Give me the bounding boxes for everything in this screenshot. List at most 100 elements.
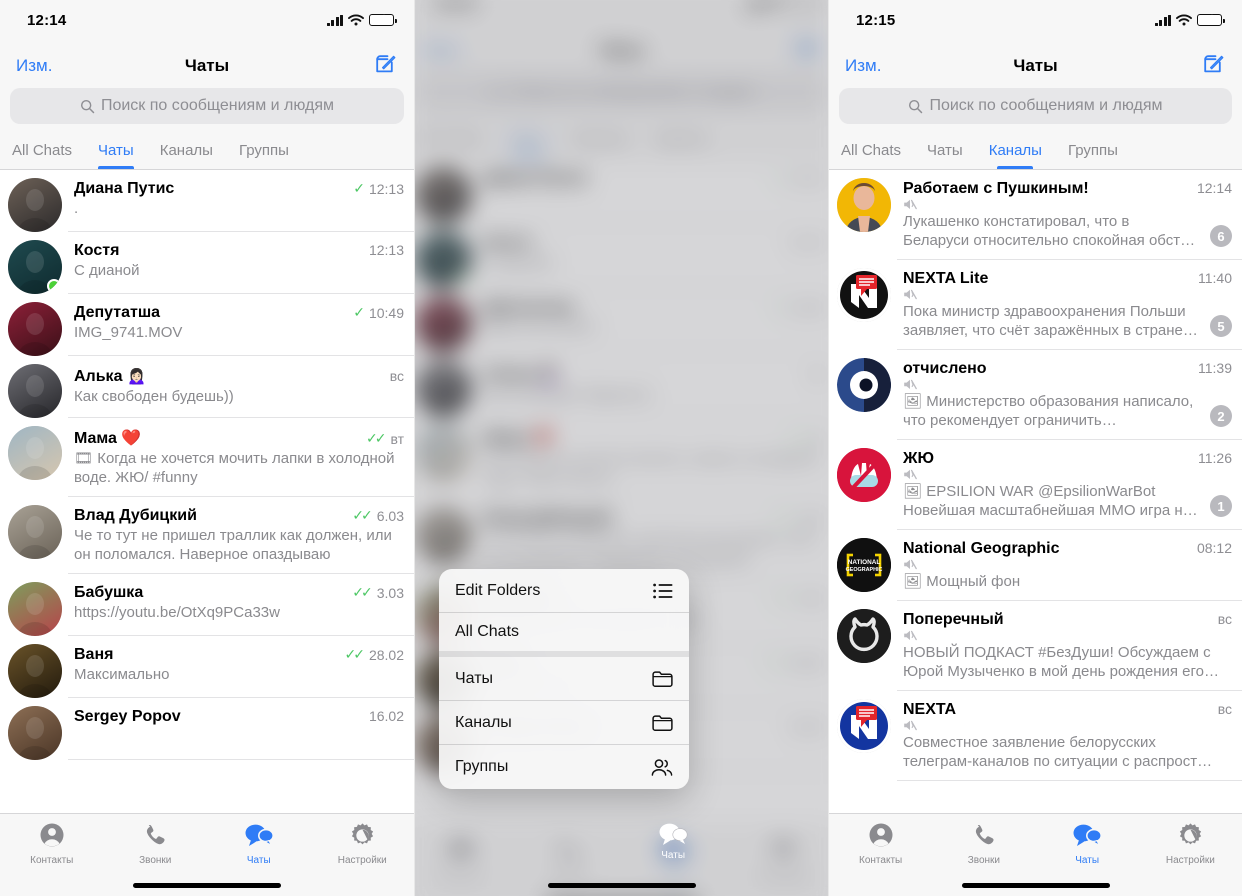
folder-icon — [652, 714, 673, 731]
chat-list-item[interactable]: Ваня ✓✓28.02 Максимально — [0, 636, 414, 698]
tabbar-item-contacts[interactable]: Контакты — [0, 820, 104, 868]
chat-preview: 🖼 EPSILION WAR @EpsilionWarBot Новейшая … — [903, 483, 1198, 519]
menu-item-label: Edit Folders — [455, 581, 541, 599]
avatar[interactable] — [837, 358, 891, 412]
chat-list-item[interactable]: NATIONAL GEOGRAPHIC National Geographic 08:… — [829, 530, 1242, 601]
wifi-icon — [348, 14, 364, 26]
edit-button[interactable]: Изм. — [16, 56, 52, 76]
chat-list-item[interactable]: NEXTA Lite 11:40 Пока министр здравоохране… — [829, 260, 1242, 350]
avatar[interactable] — [837, 699, 891, 753]
folder-tab-1[interactable]: Чаты — [927, 142, 963, 169]
folder-tab-3[interactable]: Группы — [1068, 142, 1118, 169]
chat-row-header: отчислено 11:39 — [903, 360, 1232, 391]
tabbar-label: Чаты — [1075, 855, 1100, 866]
chat-title: Костя — [74, 242, 120, 259]
avatar[interactable] — [837, 609, 891, 663]
search-input[interactable]: Поиск по сообщениям и людям — [839, 88, 1232, 124]
page-title: Чаты — [1013, 56, 1058, 75]
avatar[interactable] — [837, 178, 891, 232]
avatar[interactable] — [8, 302, 62, 356]
wifi-icon — [1176, 14, 1192, 26]
menu-item-1[interactable]: All Chats — [439, 613, 689, 657]
chat-list-item[interactable]: Sergey Popov 16.02 — [0, 698, 414, 760]
folder-tab-2[interactable]: Каналы — [160, 142, 213, 169]
chat-title: ЖЮ — [903, 450, 1192, 481]
edit-button[interactable]: Изм. — [845, 56, 881, 76]
menu-item-0[interactable]: Edit Folders — [439, 569, 689, 613]
chat-timestamp: 12:13 — [368, 242, 404, 258]
tabbar-item-gear[interactable]: Настройки — [1139, 820, 1242, 868]
folder-context-menu[interactable]: Edit Folders All Chats Чаты Каналы Группы — [439, 569, 689, 789]
folder-tab-0[interactable]: All Chats — [841, 142, 901, 169]
cellular-bars-icon — [1154, 14, 1171, 26]
chat-list-item[interactable]: Депутатша ✓ 10:49 IMG_9741.MOV — [0, 294, 414, 356]
tabbar-item-chats-bubbles[interactable]: Чаты — [1036, 820, 1139, 868]
avatar[interactable]: NATIONAL GEOGRAPHIC — [837, 538, 891, 592]
avatar[interactable] — [8, 364, 62, 418]
chat-row-body: Костя 12:13 С дианой — [68, 232, 414, 294]
chat-list-item[interactable]: Алька 🙍🏻‍♀️ вс Как свободен будешь)) — [0, 356, 414, 418]
avatar-column — [837, 350, 897, 440]
compose-button[interactable] — [1201, 52, 1225, 76]
chat-list-item[interactable]: Диана Путис ✓ 12:13. — [0, 170, 414, 232]
chat-list-item[interactable]: Мама ❤️ ✓✓ вт 🎞 Когда не хочется мочить лап… — [0, 418, 414, 497]
avatar[interactable] — [8, 505, 62, 559]
avatar[interactable] — [8, 582, 62, 636]
chat-list[interactable]: Работаем с Пушкиным! 12:14 Лукашенко конст… — [829, 170, 1242, 789]
chat-preview-line: . — [74, 198, 404, 227]
chat-list-item[interactable]: Бабушка ✓✓3.03 https://youtu.be/OtXq9PCa33… — [0, 574, 414, 636]
avatar[interactable] — [8, 240, 62, 294]
chat-list-item[interactable]: отчислено 11:39 🖼 Министерство образования… — [829, 350, 1242, 440]
avatar[interactable] — [837, 448, 891, 502]
avatar[interactable] — [8, 426, 62, 480]
unread-badge: 1 — [1210, 495, 1232, 517]
folder-tabs: All Chats Чаты Каналы Группы — [829, 132, 1242, 170]
compose-icon — [1204, 55, 1224, 73]
mute-icon — [903, 629, 1212, 642]
folder-tab-3[interactable]: Группы — [239, 142, 289, 169]
tabbar-item-chats-bubbles[interactable]: Чаты — [207, 820, 311, 868]
chat-list-item[interactable]: Поперечный вс НОВЫЙ ПОДКАСТ #БезДуши! Обсу… — [829, 601, 1242, 691]
home-indicator — [547, 883, 696, 888]
folder-tab-1[interactable]: Чаты — [98, 142, 134, 169]
chat-meta: 11:26 — [1192, 450, 1232, 466]
folder-tab-2[interactable]: Каналы — [989, 142, 1042, 169]
tabbar-item-phone[interactable]: Звонки — [932, 820, 1035, 868]
avatar[interactable] — [8, 706, 62, 760]
tabbar-label: Контакты — [30, 855, 74, 866]
avatar-column — [8, 636, 68, 698]
tabbar-item-contacts[interactable]: Контакты — [829, 820, 932, 868]
chat-list-item[interactable]: Костя 12:13 С дианой — [0, 232, 414, 294]
chat-meta: ✓✓ 28.02 — [338, 646, 404, 663]
chat-preview-line: Совместное заявление белорусских телегра… — [903, 732, 1232, 780]
tabbar-label: Настройки — [337, 855, 387, 866]
tabbar-item-gear[interactable]: Настройки — [311, 820, 415, 868]
menu-item-3[interactable]: Каналы — [439, 701, 689, 745]
folder-tab-0[interactable]: All Chats — [12, 142, 72, 169]
tabbar-item-phone[interactable]: Звонки — [104, 820, 208, 868]
avatar-column — [8, 294, 68, 356]
status-icons: ⚡ — [326, 14, 397, 26]
avatar[interactable] — [8, 178, 62, 232]
search-icon — [80, 99, 95, 113]
chat-row-body: Мама ❤️ ✓✓ вт 🎞 Когда не хочется мочить лап… — [68, 418, 414, 497]
search-input[interactable]: Поиск по сообщениям и людям — [10, 88, 404, 124]
chat-list[interactable]: Диана Путис ✓ 12:13. Костя 12:13 С дианой Депу… — [0, 170, 414, 789]
avatar-column — [8, 170, 68, 232]
chat-meta: 11:40 — [1192, 270, 1232, 286]
avatar-column: NATIONAL GEOGRAPHIC — [837, 530, 897, 601]
mute-icon — [903, 719, 1212, 732]
avatar[interactable] — [8, 644, 62, 698]
tabbar-item-chats[interactable]: Чаты — [622, 819, 725, 861]
chat-preview — [74, 727, 404, 746]
chat-meta: 12:13 — [363, 242, 404, 258]
menu-item-4[interactable]: Группы — [439, 745, 689, 789]
chat-list-item[interactable]: Работаем с Пушкиным! 12:14 Лукашенко конст… — [829, 170, 1242, 260]
search-placeholder: Поиск по сообщениям и людям — [929, 97, 1163, 114]
chat-list-item[interactable]: Влад Дубицкий ✓✓ 6.03 Че то тут не пришел т… — [0, 497, 414, 574]
compose-button[interactable] — [373, 52, 397, 76]
chat-list-item[interactable]: NEXTA вс Совместное заявление белорусских … — [829, 691, 1242, 781]
avatar[interactable] — [837, 268, 891, 322]
chat-list-item[interactable]: ЖЮ 11:26 🖼 EPSILION WAR @EpsilionWarBot Но… — [829, 440, 1242, 530]
menu-item-2[interactable]: Чаты — [439, 657, 689, 701]
